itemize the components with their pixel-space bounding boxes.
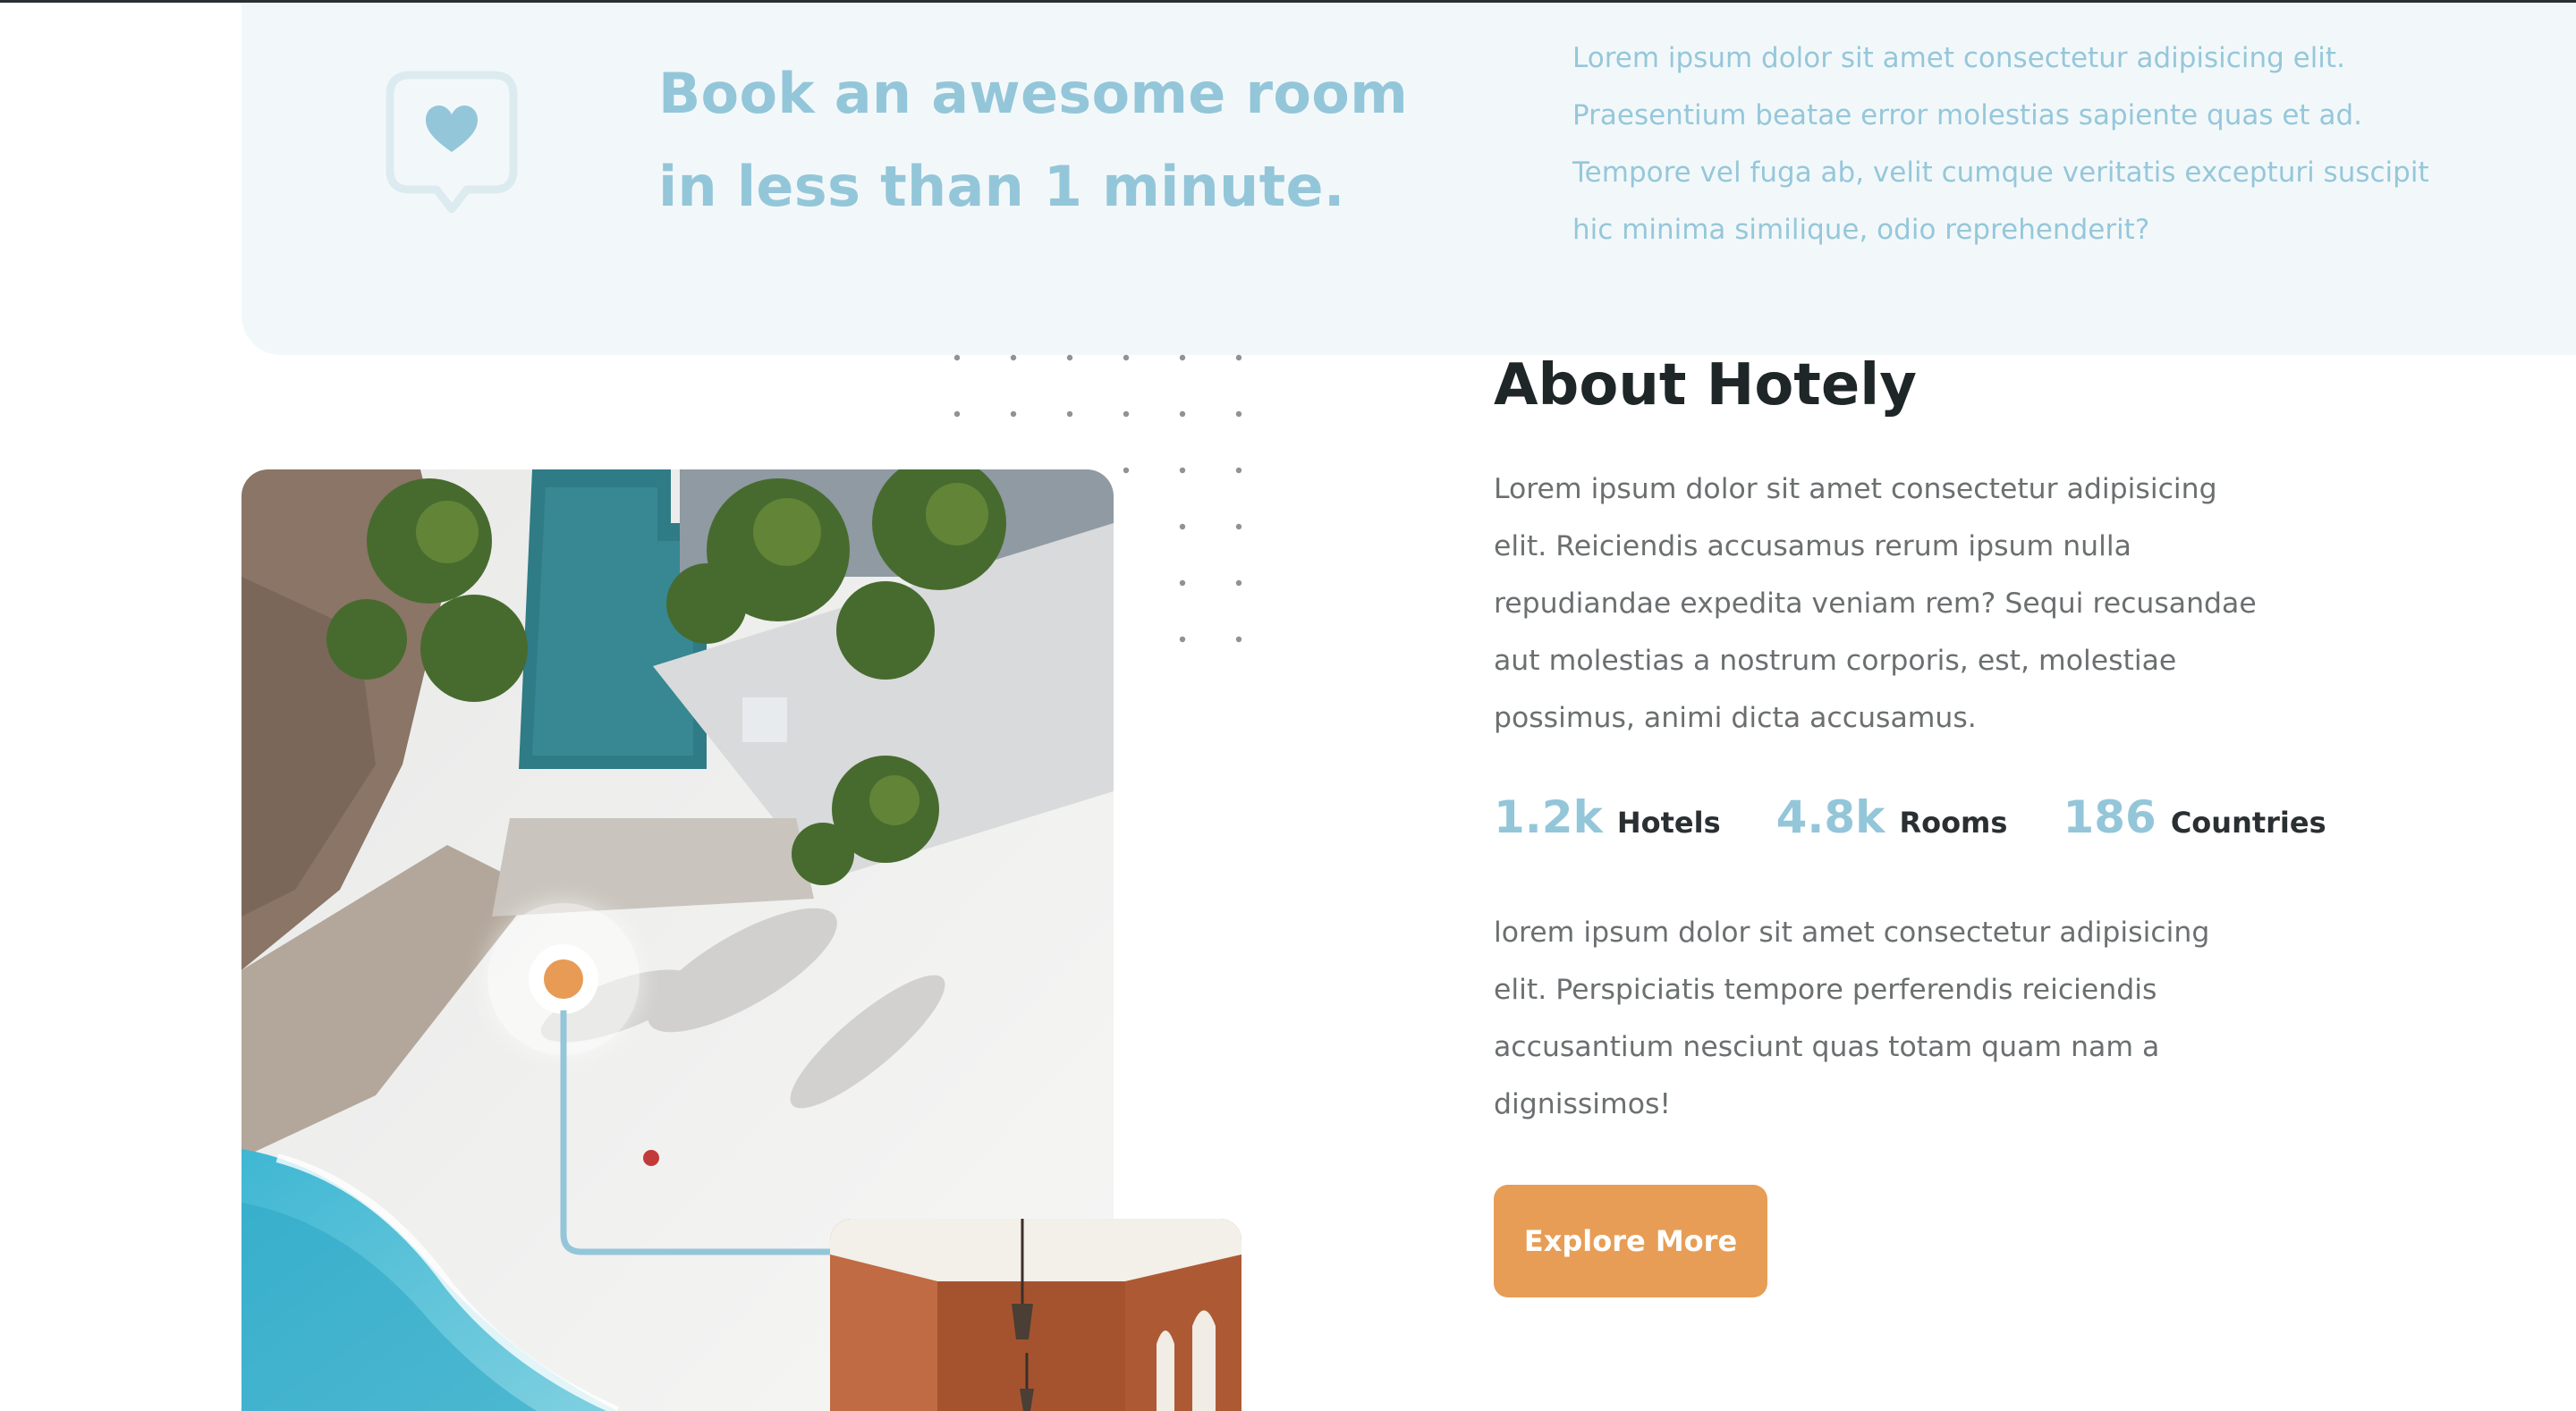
banner-title: Book an awesome room in less than 1 minu… [658,61,1409,219]
about-section: About Hotely Lorem ipsum dolor sit amet … [1494,344,2326,1297]
about-description: Lorem ipsum dolor sit amet consectetur a… [1494,473,2257,734]
heart-chat-bubble-icon [386,71,518,214]
about-secondary-description: lorem ipsum dolor sit amet consectetur a… [1494,917,2210,1120]
stat-value: 186 [2063,791,2157,843]
stat-rooms: 4.8k Rooms [1776,791,2008,843]
stat-value: 4.8k [1775,791,1885,843]
booking-banner: Book an awesome room in less than 1 minu… [242,3,2576,355]
stats-row: 1.2k Hotels 4.8k Rooms 186 Countries [1494,791,2326,849]
stat-label: Countries [2170,806,2326,840]
stat-value: 1.2k [1494,791,1603,843]
about-title: About Hotely [1494,352,1917,418]
stat-label: Rooms [1899,806,2008,840]
hotel-corridor-photo [830,1219,1241,1411]
connector-line [560,1010,841,1255]
stat-countries: 186 Countries [2063,791,2326,843]
stat-label: Hotels [1616,806,1721,840]
banner-description: Lorem ipsum dolor sit amet consectetur a… [1572,42,2429,246]
stat-hotels: 1.2k Hotels [1494,791,1721,843]
explore-more-button[interactable]: Explore More [1494,1185,1767,1297]
